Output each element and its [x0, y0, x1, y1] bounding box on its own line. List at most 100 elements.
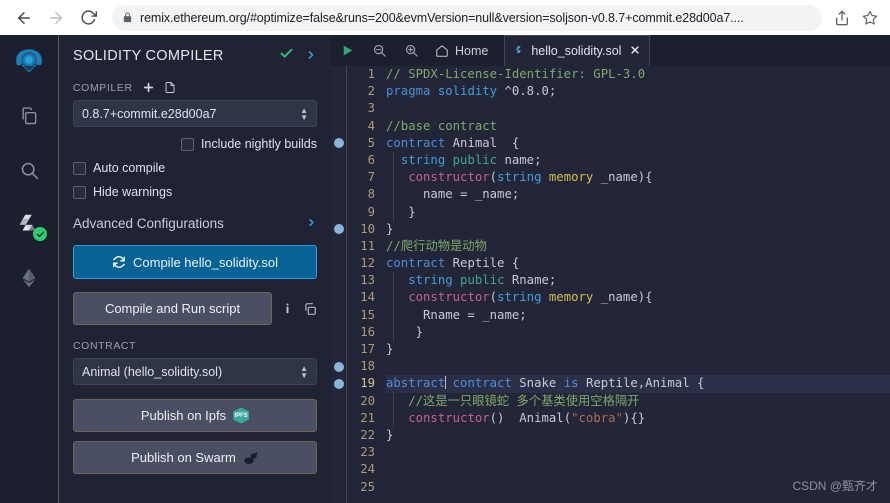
code-token: }: [386, 204, 416, 219]
code-editor[interactable]: 1 2 3 4 5 6 7 8 9 10 11 12 13 14 15 16 17 18 19 20 21 22 23 24 2…: [331, 66, 890, 503]
code-token: (): [489, 410, 520, 425]
code-line[interactable]: constructor(string memory _name){: [386, 289, 890, 306]
line-number: 1: [367, 67, 375, 81]
advanced-configurations-label: Advanced Configurations: [73, 216, 224, 231]
code-line[interactable]: contract Animal {: [386, 135, 890, 152]
compiler-version-select[interactable]: 0.8.7+commit.e28d00a7 ▲ ▼: [73, 100, 317, 127]
hide-warnings-checkbox[interactable]: [73, 185, 86, 199]
breakpoint-dot[interactable]: [334, 379, 344, 390]
compile-and-run-script-button[interactable]: Compile and Run script: [73, 292, 272, 325]
breakpoint-dot[interactable]: [334, 361, 344, 372]
code-token: {: [497, 135, 520, 150]
code-token: name;: [497, 152, 542, 167]
solidity-compiler-icon[interactable]: [10, 205, 48, 243]
compile-and-run-script-label: Compile and Run script: [104, 301, 241, 316]
code-token: string: [408, 273, 453, 288]
auto-compile-row[interactable]: Auto compile: [73, 161, 317, 175]
code-line[interactable]: string public name;: [386, 152, 890, 169]
code-line[interactable]: }: [386, 341, 890, 358]
breakpoint-dot[interactable]: [334, 224, 344, 235]
url-bar[interactable]: remix.ethereum.org/#optimize=false&runs=…: [112, 4, 822, 31]
code-token: {: [504, 256, 520, 271]
code-line[interactable]: contract Reptile {: [386, 255, 890, 272]
code-token: "cobra": [571, 410, 623, 425]
close-icon[interactable]: [630, 44, 640, 58]
code-line[interactable]: [386, 100, 890, 117]
code-line[interactable]: //base contract: [386, 118, 890, 135]
deploy-run-icon[interactable]: [10, 259, 48, 297]
code-line[interactable]: abstract contract Snake is Reptile,Anima…: [386, 375, 890, 393]
search-icon[interactable]: [10, 151, 48, 189]
chevron-right-icon[interactable]: [305, 48, 317, 64]
code-token: _name){: [593, 170, 653, 185]
code-line[interactable]: //爬行动物是动物: [386, 238, 890, 255]
editor-area: Home hello_solidity.sol 1 2 3 4 5 6 7 8 9 10 11 12: [331, 35, 890, 503]
include-nightly-builds-checkbox[interactable]: [180, 137, 194, 151]
share-icon[interactable]: [832, 8, 852, 28]
code-line[interactable]: // SPDX-License-Identifier: GPL-3.0: [386, 66, 890, 83]
code-line[interactable]: }: [386, 324, 890, 341]
play-icon[interactable]: [331, 35, 363, 66]
breakpoint-gutter[interactable]: [331, 66, 347, 503]
code-line[interactable]: [386, 358, 890, 375]
tab-hello-solidity[interactable]: hello_solidity.sol: [504, 35, 651, 66]
code-token: (: [489, 290, 498, 305]
code-line[interactable]: [386, 444, 890, 461]
hide-warnings-row[interactable]: Hide warnings: [73, 185, 317, 199]
tab-home[interactable]: Home: [427, 35, 500, 66]
code-token: Snake: [519, 376, 557, 391]
line-number: 8: [367, 187, 375, 202]
document-icon[interactable]: [164, 81, 176, 94]
contract-select[interactable]: Animal (hello_solidity.sol) ▲ ▼: [73, 358, 317, 385]
code-line[interactable]: }: [386, 427, 890, 444]
code-token: (: [563, 410, 572, 425]
panel-header: SOLIDITY COMPILER: [73, 46, 317, 65]
code-token: Reptile: [585, 376, 638, 391]
line-number: 15: [360, 307, 375, 322]
code-line[interactable]: }: [386, 204, 890, 221]
code-line[interactable]: string public Rname;: [386, 272, 890, 289]
advanced-configurations-toggle[interactable]: Advanced Configurations: [73, 216, 317, 231]
star-icon[interactable]: [860, 8, 880, 28]
compiler-label: COMPILER: [73, 81, 133, 94]
line-number: 9: [367, 204, 375, 219]
compiler-success-badge: [33, 227, 47, 241]
include-nightly-builds-row[interactable]: Include nightly builds: [73, 137, 317, 151]
code-line[interactable]: constructor() Animal("cobra"){}: [386, 410, 890, 427]
line-number: 24: [360, 462, 375, 477]
reload-icon[interactable]: [74, 4, 102, 32]
zoom-out-icon[interactable]: [363, 35, 395, 66]
compile-button[interactable]: Compile hello_solidity.sol: [73, 245, 317, 279]
forward-arrow-icon[interactable]: [42, 4, 70, 32]
code-line[interactable]: constructor(string memory _name){: [386, 169, 890, 186]
remix-logo-icon[interactable]: [10, 43, 48, 81]
line-number: 23: [360, 445, 375, 460]
code-token: contract: [386, 135, 446, 150]
compiler-label-row: COMPILER: [73, 81, 317, 94]
copy-icon[interactable]: [303, 302, 317, 316]
info-icon[interactable]: [281, 302, 294, 315]
code-line[interactable]: //这是一只眼镜蛇 多个基类使用空格隔开: [386, 393, 890, 410]
back-arrow-icon[interactable]: [10, 4, 38, 32]
code-line[interactable]: pragma solidity ^0.8.0;: [386, 83, 890, 100]
code-content[interactable]: // SPDX-License-Identifier: GPL-3.0 pragm…: [381, 66, 890, 503]
publish-on-swarm-button[interactable]: Publish on Swarm: [73, 441, 317, 474]
zoom-in-icon[interactable]: [395, 35, 427, 66]
code-line[interactable]: name = _name;: [386, 186, 890, 203]
check-icon: [279, 46, 294, 65]
code-token: memory: [548, 170, 594, 185]
line-number: 14: [360, 290, 375, 305]
file-explorer-icon[interactable]: [10, 97, 48, 135]
publish-on-ipfs-button[interactable]: Publish on Ipfs IPFS: [73, 399, 317, 432]
code-line[interactable]: Rname = _name;: [386, 307, 890, 324]
code-line[interactable]: }: [386, 221, 890, 238]
publish-on-ipfs-label: Publish on Ipfs: [140, 408, 227, 423]
plus-icon[interactable]: [142, 81, 155, 94]
code-token: // SPDX-License-Identifier: GPL-3.0: [386, 67, 646, 81]
breakpoint-dot[interactable]: [334, 138, 344, 149]
auto-compile-checkbox[interactable]: [73, 161, 86, 175]
line-number: 2: [367, 84, 375, 99]
code-line[interactable]: [386, 461, 890, 478]
